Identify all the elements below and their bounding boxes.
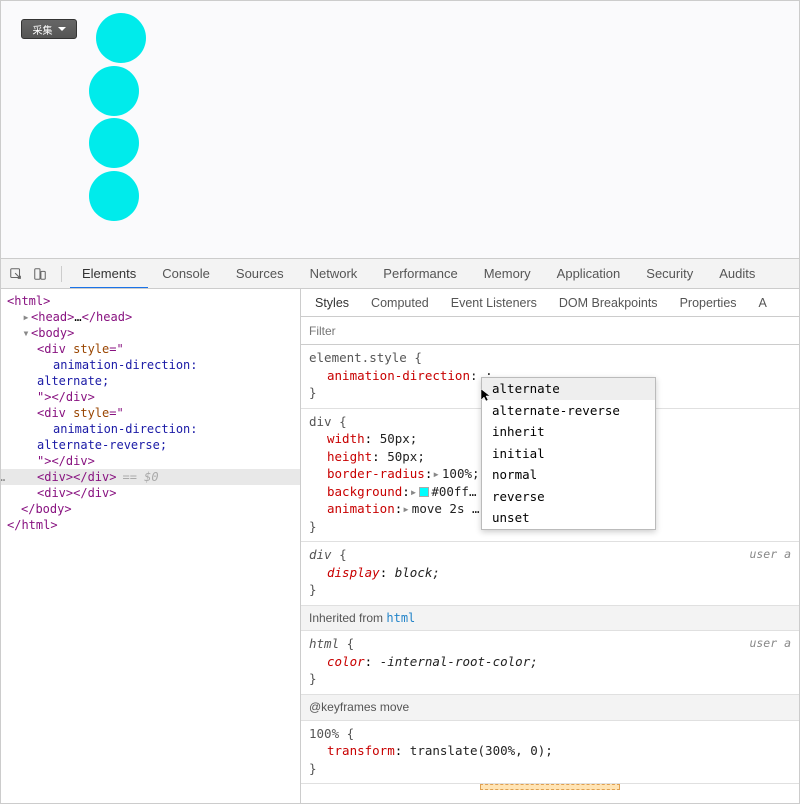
- autocomplete-popup[interactable]: alternate alternate-reverse inherit init…: [481, 377, 656, 530]
- expand-shorthand-icon[interactable]: ▸: [410, 484, 418, 499]
- autocomplete-item[interactable]: alternate-reverse: [482, 400, 655, 422]
- tab-sources[interactable]: Sources: [224, 259, 296, 289]
- collect-button[interactable]: 采集: [21, 19, 77, 39]
- separator: [61, 266, 62, 282]
- tree-line[interactable]: ▾<body>: [1, 325, 300, 341]
- disclosure-triangle-icon[interactable]: ▸: [21, 310, 31, 324]
- devtools-tabbar: Elements Console Sources Network Perform…: [1, 259, 799, 289]
- styles-rules[interactable]: element.style { animation-direction: ; }…: [301, 345, 799, 803]
- box-model-peek: [301, 784, 799, 794]
- tab-properties[interactable]: Properties: [670, 289, 747, 317]
- tree-line[interactable]: ▸<head>…</head>: [1, 309, 300, 325]
- tab-event-listeners[interactable]: Event Listeners: [441, 289, 547, 317]
- rule-keyframe-100[interactable]: 100% { transform: translate(300%, 0); }: [301, 721, 799, 785]
- animated-circle: [96, 13, 146, 63]
- tree-line[interactable]: <div></div>: [1, 485, 300, 501]
- tree-line[interactable]: "></div>: [1, 453, 300, 469]
- tree-line[interactable]: animation-direction:: [1, 357, 300, 373]
- tree-line[interactable]: "></div>: [1, 389, 300, 405]
- autocomplete-item[interactable]: unset: [482, 507, 655, 529]
- console-ref: == $0: [122, 470, 158, 484]
- animated-circle: [89, 171, 139, 221]
- animated-circle: [89, 118, 139, 168]
- autocomplete-item[interactable]: normal: [482, 464, 655, 486]
- keyframes-header: @keyframes move: [301, 695, 799, 721]
- disclosure-triangle-icon[interactable]: ▾: [21, 326, 31, 340]
- tab-memory[interactable]: Memory: [472, 259, 543, 289]
- styles-filter-row: [301, 317, 799, 345]
- tab-application[interactable]: Application: [545, 259, 633, 289]
- elements-tree[interactable]: <html> ▸<head>…</head> ▾<body> <div styl…: [1, 289, 301, 803]
- ua-stylesheet-label: user a: [749, 635, 791, 651]
- tab-more[interactable]: A: [749, 289, 777, 317]
- tree-line[interactable]: <div style=": [1, 405, 300, 421]
- tab-network[interactable]: Network: [298, 259, 370, 289]
- tab-styles[interactable]: Styles: [305, 289, 359, 317]
- autocomplete-item[interactable]: initial: [482, 443, 655, 465]
- tab-audits[interactable]: Audits: [707, 259, 767, 289]
- tree-line[interactable]: </html>: [1, 517, 300, 533]
- styles-filter-input[interactable]: [309, 324, 791, 338]
- tab-performance[interactable]: Performance: [371, 259, 469, 289]
- rule-div-ua[interactable]: user a div { display: block; }: [301, 542, 799, 606]
- inherited-from-header: Inherited from html: [301, 606, 799, 632]
- page-render-area: 采集: [1, 1, 799, 259]
- autocomplete-item[interactable]: reverse: [482, 486, 655, 508]
- tree-line[interactable]: <div style=": [1, 341, 300, 357]
- color-swatch-icon[interactable]: [419, 487, 429, 497]
- tab-console[interactable]: Console: [150, 259, 222, 289]
- tree-line[interactable]: animation-direction:: [1, 421, 300, 437]
- expand-shorthand-icon[interactable]: ▸: [432, 466, 440, 481]
- tab-elements[interactable]: Elements: [70, 259, 148, 289]
- inspect-element-icon[interactable]: [7, 265, 25, 283]
- ua-stylesheet-label: user a: [749, 546, 791, 562]
- autocomplete-item[interactable]: inherit: [482, 421, 655, 443]
- inherited-from-link[interactable]: html: [386, 611, 415, 625]
- rule-html-ua[interactable]: user a html { color: -internal-root-colo…: [301, 631, 799, 695]
- tree-line[interactable]: alternate-reverse;: [1, 437, 300, 453]
- tab-computed[interactable]: Computed: [361, 289, 439, 317]
- tab-dom-breakpoints[interactable]: DOM Breakpoints: [549, 289, 668, 317]
- tree-line[interactable]: alternate;: [1, 373, 300, 389]
- tree-line[interactable]: </body>: [1, 501, 300, 517]
- tab-security[interactable]: Security: [634, 259, 705, 289]
- tree-line-selected[interactable]: <div></div>== $0: [1, 469, 300, 485]
- animated-circle: [89, 66, 139, 116]
- tree-line[interactable]: <html>: [1, 293, 300, 309]
- expand-shorthand-icon[interactable]: ▸: [402, 501, 410, 516]
- mouse-cursor-icon: [479, 387, 495, 408]
- collect-label: 采集: [33, 22, 53, 37]
- autocomplete-item[interactable]: alternate: [482, 378, 655, 400]
- device-toolbar-icon[interactable]: [31, 265, 49, 283]
- styles-tabbar: Styles Computed Event Listeners DOM Brea…: [301, 289, 799, 317]
